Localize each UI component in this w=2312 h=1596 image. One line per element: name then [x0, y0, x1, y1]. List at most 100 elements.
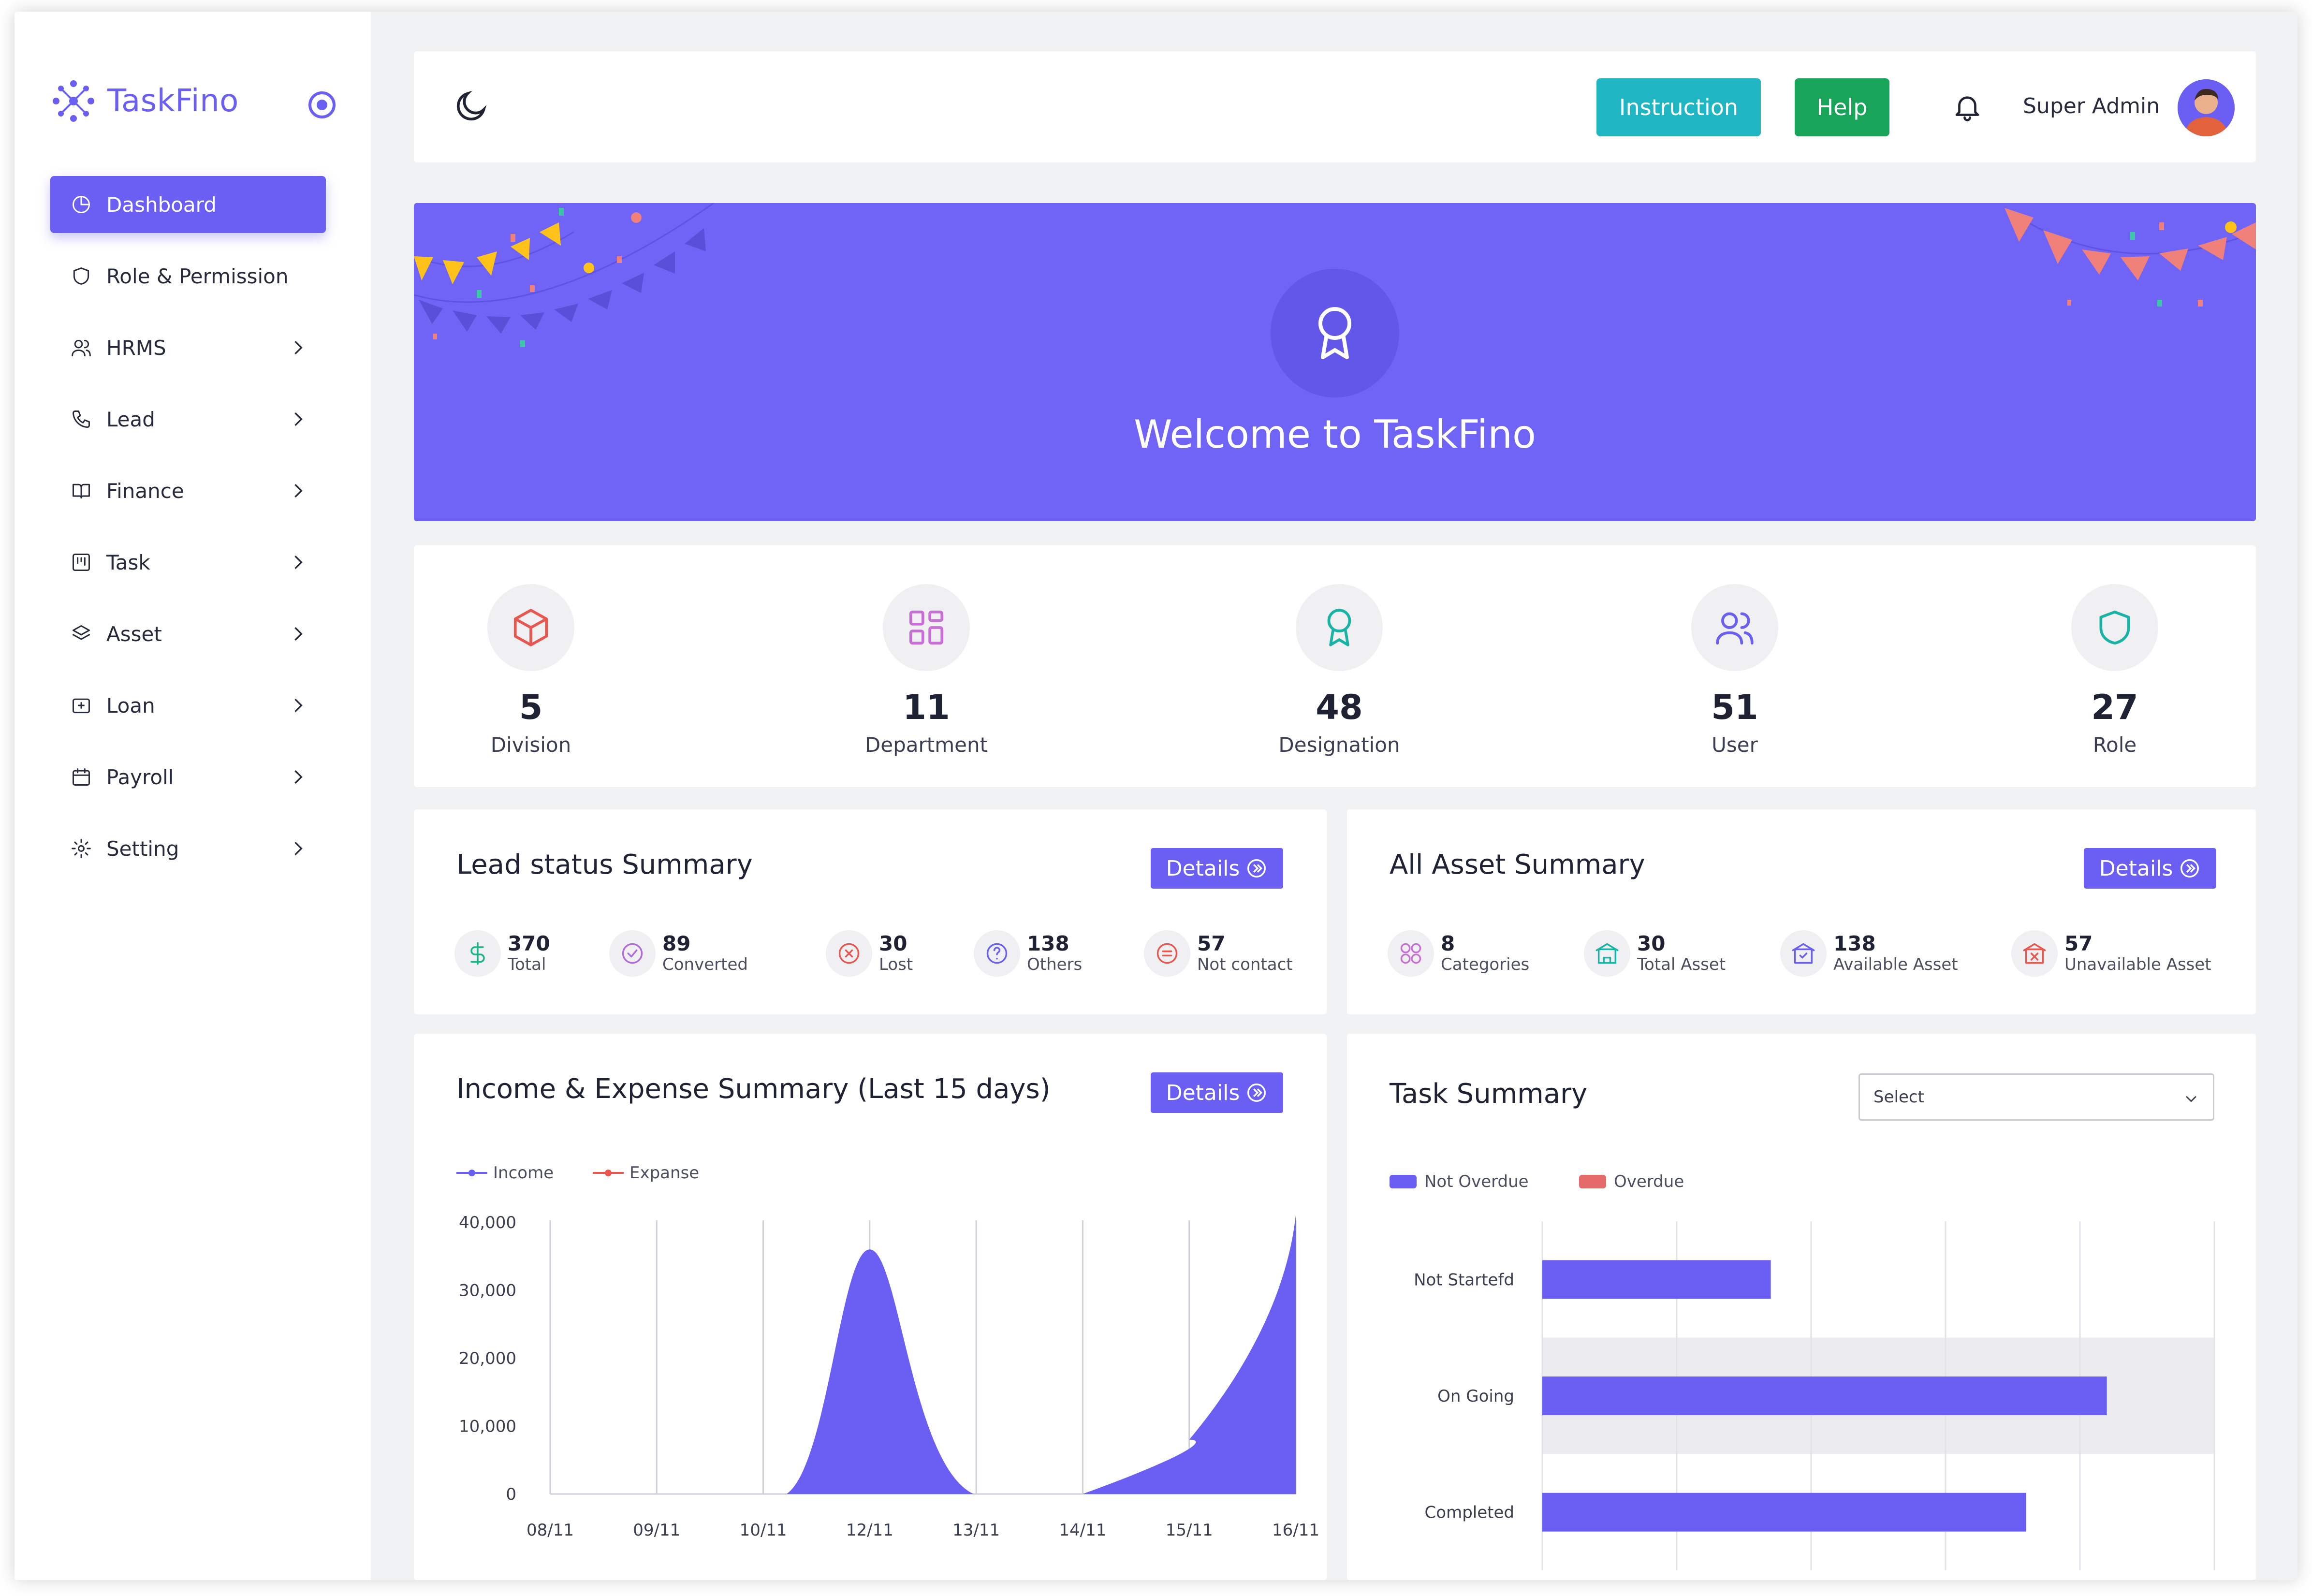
sidebar-item-setting[interactable]: Setting: [50, 820, 326, 877]
mini-label: Unavailable Asset: [2064, 955, 2211, 974]
asset-details-button[interactable]: Details: [2084, 848, 2216, 889]
building-icon: [1595, 943, 1619, 964]
stat-value: 27: [2091, 688, 2138, 727]
sidebar-toggle-button[interactable]: [308, 91, 336, 118]
sidebar-item-label: Role & Permission: [106, 264, 289, 288]
kanban-icon-wrap: [71, 552, 92, 573]
welcome-heading: Welcome to TaskFino: [1134, 412, 1536, 457]
mini-icon-circle: [826, 930, 872, 977]
mini-icon-circle: [974, 930, 1020, 977]
notification-bell-icon[interactable]: [1951, 91, 1983, 123]
instruction-button[interactable]: Instruction: [1596, 78, 1761, 136]
dark-mode-moon-icon[interactable]: [452, 89, 488, 126]
sidebar-item-label: Dashboard: [106, 192, 217, 217]
sidebar-item-loan[interactable]: Loan: [50, 677, 326, 734]
chevron-right-icon: [294, 698, 303, 713]
sidebar-item-finance[interactable]: Finance: [50, 462, 326, 519]
sidebar-item-task[interactable]: Task: [50, 534, 326, 591]
book-icon: [73, 483, 90, 499]
chevron-right-icon: [294, 770, 303, 784]
sidebar-item-lead[interactable]: Lead: [50, 391, 326, 448]
mini-icon-circle: [609, 930, 656, 977]
mini-label: Available Asset: [1833, 955, 1958, 974]
shield-icon-wrap: [71, 265, 92, 287]
sidebar-item-label: Setting: [106, 836, 179, 861]
category-label: Not Startefd: [1414, 1270, 1514, 1289]
stat-department: 11 Department: [830, 584, 1023, 757]
mini-value: 89: [662, 932, 691, 955]
mini-value: 8: [1441, 932, 1455, 955]
mini-icon-circle: [1388, 930, 1434, 977]
x-tick-label: 08/11: [527, 1521, 574, 1540]
chevron-right-icon: [294, 627, 303, 641]
sidebar-item-asset[interactable]: Asset: [50, 605, 326, 662]
mini-label: Others: [1027, 955, 1083, 974]
x-tick-label: 12/11: [846, 1521, 893, 1540]
asset-details-label: Details: [2099, 856, 2173, 881]
y-tick-label: 10,000: [459, 1417, 516, 1436]
mini-icon-circle: [454, 930, 501, 977]
lead-summary-item-lost: 30 Lost: [826, 930, 913, 977]
app-frame: TaskFino Dashboard Role & Permission HRMS L…: [15, 12, 2297, 1580]
stat-icon-circle: [883, 584, 970, 671]
chevron-right-icon: [294, 555, 303, 570]
lead-summary-item-others: 138 Others: [974, 930, 1082, 977]
sidebar-item-dashboard[interactable]: Dashboard: [50, 176, 326, 233]
sidebar-item-payroll[interactable]: Payroll: [50, 748, 326, 805]
right-bunting-decoration: [2005, 207, 2256, 307]
shield-icon: [73, 267, 89, 285]
lead-summary-item-converted: 89 Converted: [609, 930, 748, 977]
sidebar-item-role-permission[interactable]: Role & Permission: [50, 248, 326, 305]
category-label: On Going: [1437, 1387, 1514, 1406]
user-name[interactable]: Super Admin: [2023, 94, 2160, 118]
calendar-icon-wrap: [71, 766, 92, 788]
stat-designation: 48 Designation: [1243, 584, 1436, 757]
bar-not-startefd: [1542, 1260, 1771, 1299]
mini-label: Converted: [662, 955, 748, 974]
chevron-right-icon: [294, 841, 303, 856]
user-avatar[interactable]: [2178, 79, 2235, 136]
chevron-right-icon: [294, 483, 303, 498]
sidebar-nav: Dashboard Role & Permission HRMS Lead Financ…: [50, 176, 326, 892]
sidebar-item-label: Asset: [106, 622, 162, 646]
box-icon: [513, 609, 548, 646]
stat-icon-circle: [1691, 584, 1778, 671]
stat-icon-circle: [487, 584, 574, 671]
lead-status-summary-card: Lead status Summary Details 370 Total 89 Co…: [414, 809, 1327, 1014]
left-bunting-decoration: [414, 203, 714, 347]
lead-summary-title: Lead status Summary: [456, 849, 753, 880]
building-check-icon: [1792, 943, 1815, 964]
users-icon: [1716, 612, 1754, 645]
wallet-icon: [73, 698, 90, 714]
stat-icon-circle: [2071, 584, 2158, 671]
income-expense-area-chart: 40,000 30,000 20,000 10,000 0 08/11 09/11 10/11…: [459, 1213, 1319, 1540]
stats-row: 5 Division 11 Department 48 Designation 51 User…: [414, 545, 2256, 787]
stat-label: Role: [2093, 733, 2137, 757]
stat-user: 51 User: [1638, 584, 1831, 757]
stat-label: Division: [490, 733, 571, 757]
sidebar-item-hrms[interactable]: HRMS: [50, 319, 326, 376]
lead-summary-item-total: 370 Total: [454, 930, 550, 977]
mini-icon-circle: [1144, 930, 1190, 977]
asset-summary-item-available-asset: 138 Available Asset: [1780, 930, 1958, 977]
sidebar-item-label: Task: [106, 550, 150, 574]
sidebar-item-label: Payroll: [106, 765, 174, 789]
stat-label: Department: [864, 733, 988, 757]
chevrons-right-circle-icon: [2180, 859, 2199, 878]
gear-icon-wrap: [71, 838, 92, 859]
stat-value: 48: [1316, 688, 1363, 727]
sidebar: TaskFino Dashboard Role & Permission HRMS L…: [15, 12, 371, 1580]
asset-summary-item-total-asset: 30 Total Asset: [1584, 930, 1726, 977]
x-circle-icon: [838, 943, 860, 964]
mini-icon-circle: [1780, 930, 1827, 977]
lead-details-button[interactable]: Details: [1151, 848, 1283, 889]
x-tick-label: 13/11: [952, 1521, 1000, 1540]
x-tick-label: 14/11: [1059, 1521, 1106, 1540]
stat-value: 51: [1711, 688, 1758, 727]
x-tick-label: 16/11: [1272, 1521, 1319, 1540]
brand-logo[interactable]: TaskFino: [49, 74, 239, 128]
help-button[interactable]: Help: [1795, 78, 1889, 136]
mini-label: Total Asset: [1637, 955, 1726, 974]
sidebar-item-label: Lead: [106, 407, 155, 431]
book-icon-wrap: [71, 480, 92, 501]
